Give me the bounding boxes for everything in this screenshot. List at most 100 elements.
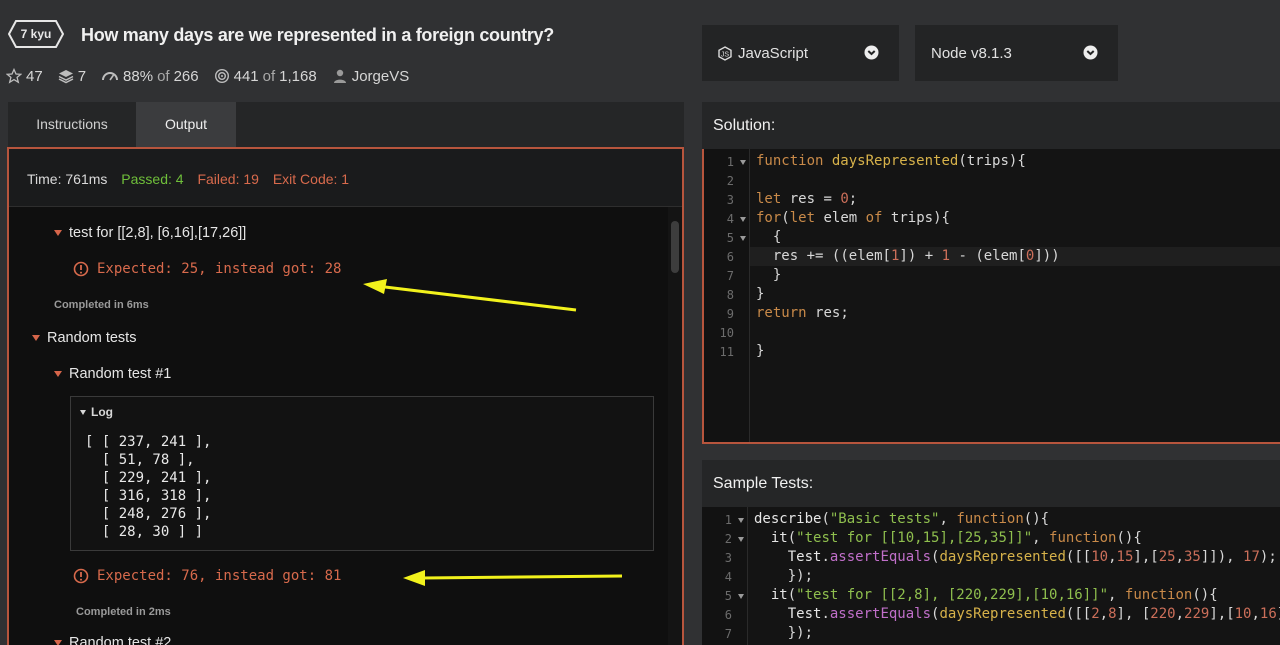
language-select[interactable]: JS JavaScript: [702, 25, 899, 81]
code-line: }: [772, 267, 782, 283]
failure-message: Expected: 76, instead got: 81: [73, 568, 341, 584]
line-number: 4: [724, 570, 732, 584]
fold-arrow-icon[interactable]: [738, 518, 744, 523]
log-toggle[interactable]: Log: [80, 405, 113, 419]
code-line: let res = 0;: [756, 191, 858, 207]
author-name[interactable]: JorgeVS: [352, 68, 410, 85]
log-content: [ [ 237, 241 ], [ 51, 78 ], [ 229, 241 ]…: [85, 433, 211, 541]
log-label: Log: [91, 405, 113, 419]
log-line: [ 28, 30 ] ]: [85, 524, 204, 540]
test-output-list: test for [[2,8], [6,16],[17,26]] Expecte…: [9, 207, 668, 645]
log-line: [ 51, 78 ],: [85, 452, 195, 468]
sample-tests-editor[interactable]: 1 2 3 4 5 6 7 describe("Basic tests", fu…: [702, 507, 1280, 645]
attempts-count: 1,168: [279, 67, 317, 85]
failure-text: Expected: 25, instead got: 28: [97, 261, 342, 277]
stack-icon: [58, 70, 74, 84]
run-time-value: 761ms: [65, 171, 108, 187]
log-line: [ 229, 241 ],: [85, 470, 212, 486]
kyu-badge: 7 kyu: [8, 20, 64, 48]
run-time: Time: 761ms: [27, 171, 107, 187]
chevron-down-icon[interactable]: [864, 45, 879, 60]
line-number: 11: [719, 345, 734, 359]
code-line: {: [772, 229, 782, 245]
stars-stat[interactable]: 47: [6, 68, 43, 85]
collections-count: 7: [77, 67, 87, 85]
caret-down-icon: [32, 335, 40, 341]
code-line: Test.assertEquals(daysRepresented([[10,1…: [787, 549, 1277, 565]
line-number: 6: [724, 608, 732, 622]
satisfaction-stat: 88% of 266: [101, 68, 199, 85]
fold-arrow-icon[interactable]: [738, 594, 744, 599]
satisfaction-of: of: [157, 67, 170, 85]
describe-group-toggle[interactable]: Random tests: [32, 330, 136, 346]
test-item-toggle[interactable]: Random test #2: [54, 635, 171, 645]
code-line: });: [787, 625, 814, 641]
log-box: Log [ [ 237, 241 ], [ 51, 78 ], [ 229, 2…: [70, 396, 654, 551]
author-stat[interactable]: JorgeVS: [332, 68, 410, 85]
solution-editor[interactable]: 1 2 3 4 5 6 7 8 9 10 11 function daysRep…: [702, 149, 1280, 444]
runtime-select[interactable]: Node v8.1.3: [915, 25, 1118, 81]
completions-stat: 441 of 1,168: [214, 68, 317, 85]
test-label: Random test #2: [69, 635, 172, 645]
log-line: [ 248, 276 ],: [85, 506, 212, 522]
line-number: 8: [726, 288, 734, 302]
star-icon: [6, 68, 22, 84]
kata-stats: 47 7 88% of 266 441 of 1,168 JorgeVS: [6, 66, 424, 86]
solution-title: Solution:: [702, 102, 1280, 149]
passed-count: Passed: 4: [121, 171, 184, 187]
line-number: 7: [724, 627, 732, 641]
stars-count: 47: [26, 67, 43, 85]
fold-arrow-icon[interactable]: [740, 160, 746, 165]
line-number: 6: [726, 250, 734, 264]
code-line: });: [787, 568, 814, 584]
runtime-value: Node v8.1.3: [931, 44, 1012, 62]
code-line: res += ((elem[1]) + 1 - (elem[0])): [772, 248, 1060, 264]
code-line: function daysRepresented(trips){: [756, 153, 1026, 169]
completed-time: Completed in 6ms: [54, 299, 149, 311]
votes-count: 266: [173, 67, 199, 85]
line-number: 9: [726, 307, 734, 321]
log-line: [ [ 237, 241 ],: [85, 434, 212, 450]
caret-down-icon: [54, 230, 62, 236]
tab-output[interactable]: Output: [136, 102, 236, 147]
gauge-icon: [102, 72, 119, 81]
code-line: for(let elem of trips){: [756, 210, 950, 226]
test-item-toggle[interactable]: Random test #1: [54, 366, 171, 382]
satisfaction-rate: 88%: [123, 67, 154, 85]
test-item-toggle[interactable]: test for [[2,8], [6,16],[17,26]]: [54, 225, 246, 241]
fold-arrow-icon[interactable]: [740, 217, 746, 222]
chevron-down-icon[interactable]: [1083, 45, 1098, 60]
caret-down-icon: [54, 371, 62, 377]
code-line: }: [756, 286, 765, 302]
kata-title: How many days are we represented in a fo…: [81, 25, 554, 45]
fold-arrow-icon[interactable]: [740, 236, 746, 241]
group-label: Random tests: [47, 330, 137, 346]
failed-count: Failed: 19: [197, 171, 259, 187]
test-label: Random test #1: [69, 366, 172, 382]
completed-time: Completed in 2ms: [76, 606, 171, 618]
log-line: [ 316, 318 ],: [85, 488, 212, 504]
output-panel: Time: 761ms Passed: 4 Failed: 19 Exit Co…: [7, 147, 684, 645]
line-number: 3: [726, 193, 734, 207]
alert-circle-icon: [73, 568, 89, 584]
kyu-rank: 7 kyu: [20, 27, 52, 41]
completed-of: of: [262, 67, 276, 85]
code-line: describe("Basic tests", function(){: [754, 511, 1050, 527]
code-line: return res;: [756, 305, 849, 321]
code-line: it("test for [[10,15],[25,35]]", functio…: [770, 530, 1142, 546]
sample-tests-title: Sample Tests:: [702, 460, 1280, 507]
run-summary: Time: 761ms Passed: 4 Failed: 19 Exit Co…: [9, 149, 682, 207]
code-line: Test.assertEquals(daysRepresented([[2,8]…: [787, 606, 1280, 622]
code-line: it("test for [[2,8], [220,229],[10,16]]"…: [770, 587, 1218, 603]
scrollbar-thumb[interactable]: [671, 221, 679, 273]
line-number: 2: [726, 174, 734, 188]
fold-arrow-icon[interactable]: [738, 537, 744, 542]
tab-instructions[interactable]: Instructions: [8, 102, 136, 147]
output-scrollbar[interactable]: [668, 207, 682, 645]
line-number: 10: [719, 326, 734, 340]
test-label: test for [[2,8], [6,16],[17,26]]: [69, 225, 247, 241]
run-time-label: Time:: [27, 171, 62, 187]
left-tabs: Instructions Output: [8, 102, 684, 147]
completed-count: 441: [233, 67, 259, 85]
collections-stat[interactable]: 7: [58, 68, 86, 85]
